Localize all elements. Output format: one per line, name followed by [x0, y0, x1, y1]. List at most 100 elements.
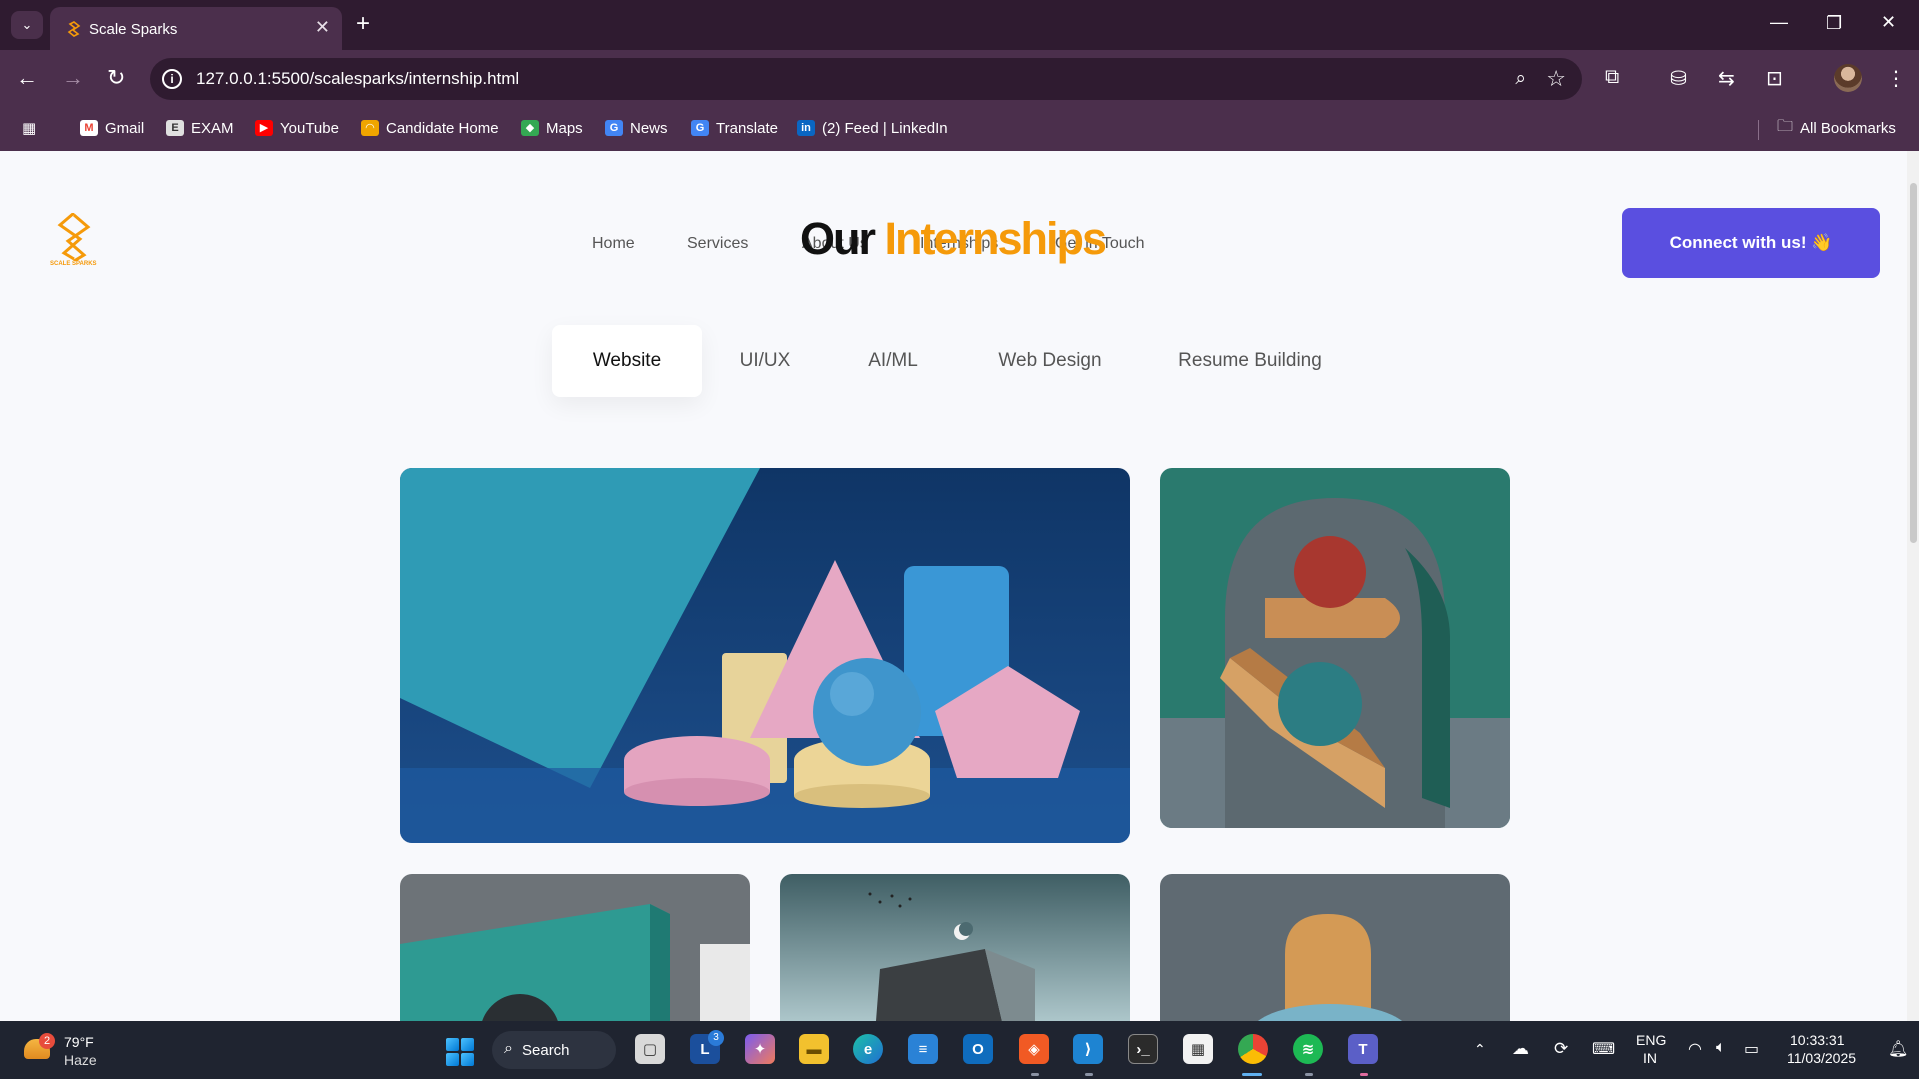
internship-card-image[interactable]: [780, 874, 1130, 1021]
bookmark-news[interactable]: G News: [605, 116, 668, 140]
url-text[interactable]: 127.0.0.1:5500/scalesparks/internship.ht…: [196, 69, 519, 89]
site-favicon-icon: [67, 21, 81, 37]
language-code[interactable]: ENG: [1636, 1032, 1666, 1048]
task-view-icon[interactable]: ▢: [635, 1034, 665, 1064]
tab-search-button[interactable]: ⌄: [11, 11, 43, 39]
internship-card-image[interactable]: [1160, 874, 1510, 1021]
browser-toolbar: ← → ↻ i 127.0.0.1:5500/scalesparks/inter…: [0, 50, 1919, 108]
nav-home[interactable]: Home: [592, 235, 635, 253]
forward-button[interactable]: →: [62, 66, 84, 90]
running-indicator: [1360, 1073, 1368, 1076]
translate-icon[interactable]: ⇆: [1718, 66, 1735, 91]
logo-text: SCALE SPARKS: [50, 261, 97, 267]
bookmarks-divider: [1758, 120, 1759, 140]
clock-date[interactable]: 11/03/2025: [1787, 1050, 1856, 1066]
linkedin-icon: in: [797, 120, 815, 136]
browser-tab-active[interactable]: Scale Sparks ✕: [50, 7, 342, 50]
profile-avatar[interactable]: [1834, 64, 1862, 92]
incognito-icon[interactable]: ⛁: [1670, 66, 1687, 91]
onedrive-icon[interactable]: ☁: [1512, 1039, 1529, 1059]
wifi-icon[interactable]: ◠: [1688, 1039, 1702, 1059]
scrollbar-thumb[interactable]: [1910, 183, 1917, 543]
brave-icon[interactable]: ◈: [1019, 1034, 1049, 1064]
tab-web-design[interactable]: Web Design: [990, 325, 1110, 397]
store-icon[interactable]: ▦: [1183, 1034, 1213, 1064]
search-label: Search: [522, 1041, 570, 1059]
bookmark-maps[interactable]: ◆ Maps: [521, 116, 583, 140]
battery-icon[interactable]: ▭: [1744, 1039, 1759, 1059]
new-tab-button[interactable]: +: [356, 12, 370, 36]
extensions-icon[interactable]: ⧉: [1605, 66, 1619, 89]
weather-widget[interactable]: 2 79°F Haze: [22, 1031, 122, 1071]
bookmark-label: EXAM: [191, 119, 234, 137]
apps-grid-icon[interactable]: ▦: [22, 116, 36, 140]
all-bookmarks-label: All Bookmarks: [1800, 119, 1896, 137]
arch-spheres-image: [1160, 468, 1510, 828]
screenshot-icon[interactable]: ⊡: [1766, 66, 1783, 91]
file-explorer-icon[interactable]: ▬: [799, 1034, 829, 1064]
chrome-icon[interactable]: [1238, 1034, 1268, 1064]
tab-aiml[interactable]: AI/ML: [850, 325, 936, 397]
tab-close-icon[interactable]: ✕: [315, 17, 330, 38]
tab-uiux[interactable]: UI/UX: [720, 325, 810, 397]
title-part-1: Our: [800, 213, 876, 264]
bookmark-translate[interactable]: G Translate: [691, 116, 778, 140]
notifications-icon[interactable]: 🔔︎: [1888, 1039, 1908, 1059]
bookmark-youtube[interactable]: ▶ YouTube: [255, 116, 339, 140]
connect-button[interactable]: Connect with us! 👋: [1622, 208, 1880, 278]
notepad-icon[interactable]: ≡: [908, 1034, 938, 1064]
spotify-icon[interactable]: ≋: [1293, 1034, 1323, 1064]
volume-icon[interactable]: 🔈︎: [1716, 1039, 1726, 1057]
language-region[interactable]: IN: [1643, 1050, 1657, 1066]
site-info-icon[interactable]: i: [162, 69, 182, 89]
outlook-icon[interactable]: O: [963, 1034, 993, 1064]
nav-services[interactable]: Services: [687, 235, 748, 253]
bookmark-label: Candidate Home: [386, 119, 499, 137]
clock-time[interactable]: 10:33:31: [1790, 1032, 1845, 1048]
bookmark-candidate-home[interactable]: ◠ Candidate Home: [361, 116, 499, 140]
bookmark-label: News: [630, 119, 668, 137]
zoom-icon[interactable]: ⌕: [1515, 68, 1526, 90]
internship-card-image[interactable]: [400, 468, 1130, 843]
weather-badge: 2: [39, 1033, 55, 1049]
reload-button[interactable]: ↻: [107, 66, 125, 90]
terminal-icon[interactable]: ›_: [1128, 1034, 1158, 1064]
all-bookmarks[interactable]: 🗀 All Bookmarks: [1777, 116, 1896, 140]
back-button[interactable]: ←: [16, 66, 38, 90]
bookmarks-bar: ▦ M Gmail E EXAM ▶ YouTube ◠ Candidate H…: [0, 108, 1919, 151]
bookmark-gmail[interactable]: M Gmail: [80, 116, 144, 140]
tab-website[interactable]: Website: [552, 325, 702, 397]
tab-resume-building[interactable]: Resume Building: [1170, 325, 1330, 397]
chevron-down-icon: ⌄: [21, 17, 33, 32]
edge-icon[interactable]: e: [853, 1034, 883, 1064]
arch-pillar-image: [1160, 874, 1510, 1021]
teams-icon[interactable]: T: [1348, 1034, 1378, 1064]
address-bar[interactable]: i 127.0.0.1:5500/scalesparks/internship.…: [150, 58, 1582, 100]
sync-icon[interactable]: ⟳: [1554, 1039, 1568, 1059]
running-indicator: [1305, 1073, 1313, 1076]
internship-card-image[interactable]: [1160, 468, 1510, 828]
restore-button[interactable]: ❐: [1826, 13, 1842, 34]
bookmark-exam[interactable]: E EXAM: [166, 116, 234, 140]
internship-card-image[interactable]: [400, 874, 750, 1021]
taskbar-search[interactable]: ⌕ Search: [492, 1031, 616, 1069]
page-scrollbar[interactable]: [1907, 151, 1919, 1021]
news-icon: G: [605, 120, 623, 136]
vscode-icon[interactable]: ⟩: [1073, 1034, 1103, 1064]
bookmark-star-icon[interactable]: ☆: [1546, 66, 1566, 92]
page-title: Our Internships: [800, 213, 1108, 265]
window-close-button[interactable]: ✕: [1881, 12, 1896, 33]
keyboard-icon[interactable]: ⌨: [1592, 1039, 1615, 1059]
bookmark-linkedin[interactable]: in (2) Feed | LinkedIn: [797, 116, 948, 140]
start-button[interactable]: [446, 1038, 474, 1066]
category-tabs: Website UI/UX AI/ML Web Design Resume Bu…: [0, 325, 1919, 397]
bookmark-label: (2) Feed | LinkedIn: [822, 119, 948, 137]
copilot-icon[interactable]: ✦: [745, 1034, 775, 1064]
title-part-2: Internships: [884, 213, 1108, 264]
menu-kebab-icon[interactable]: ⋮: [1886, 66, 1906, 91]
running-indicator: [1031, 1073, 1039, 1076]
minimize-button[interactable]: —: [1770, 12, 1788, 33]
site-logo[interactable]: SCALE SPARKS: [50, 213, 100, 271]
tray-overflow-icon[interactable]: ⌃: [1474, 1041, 1486, 1058]
gmail-icon: M: [80, 120, 98, 136]
